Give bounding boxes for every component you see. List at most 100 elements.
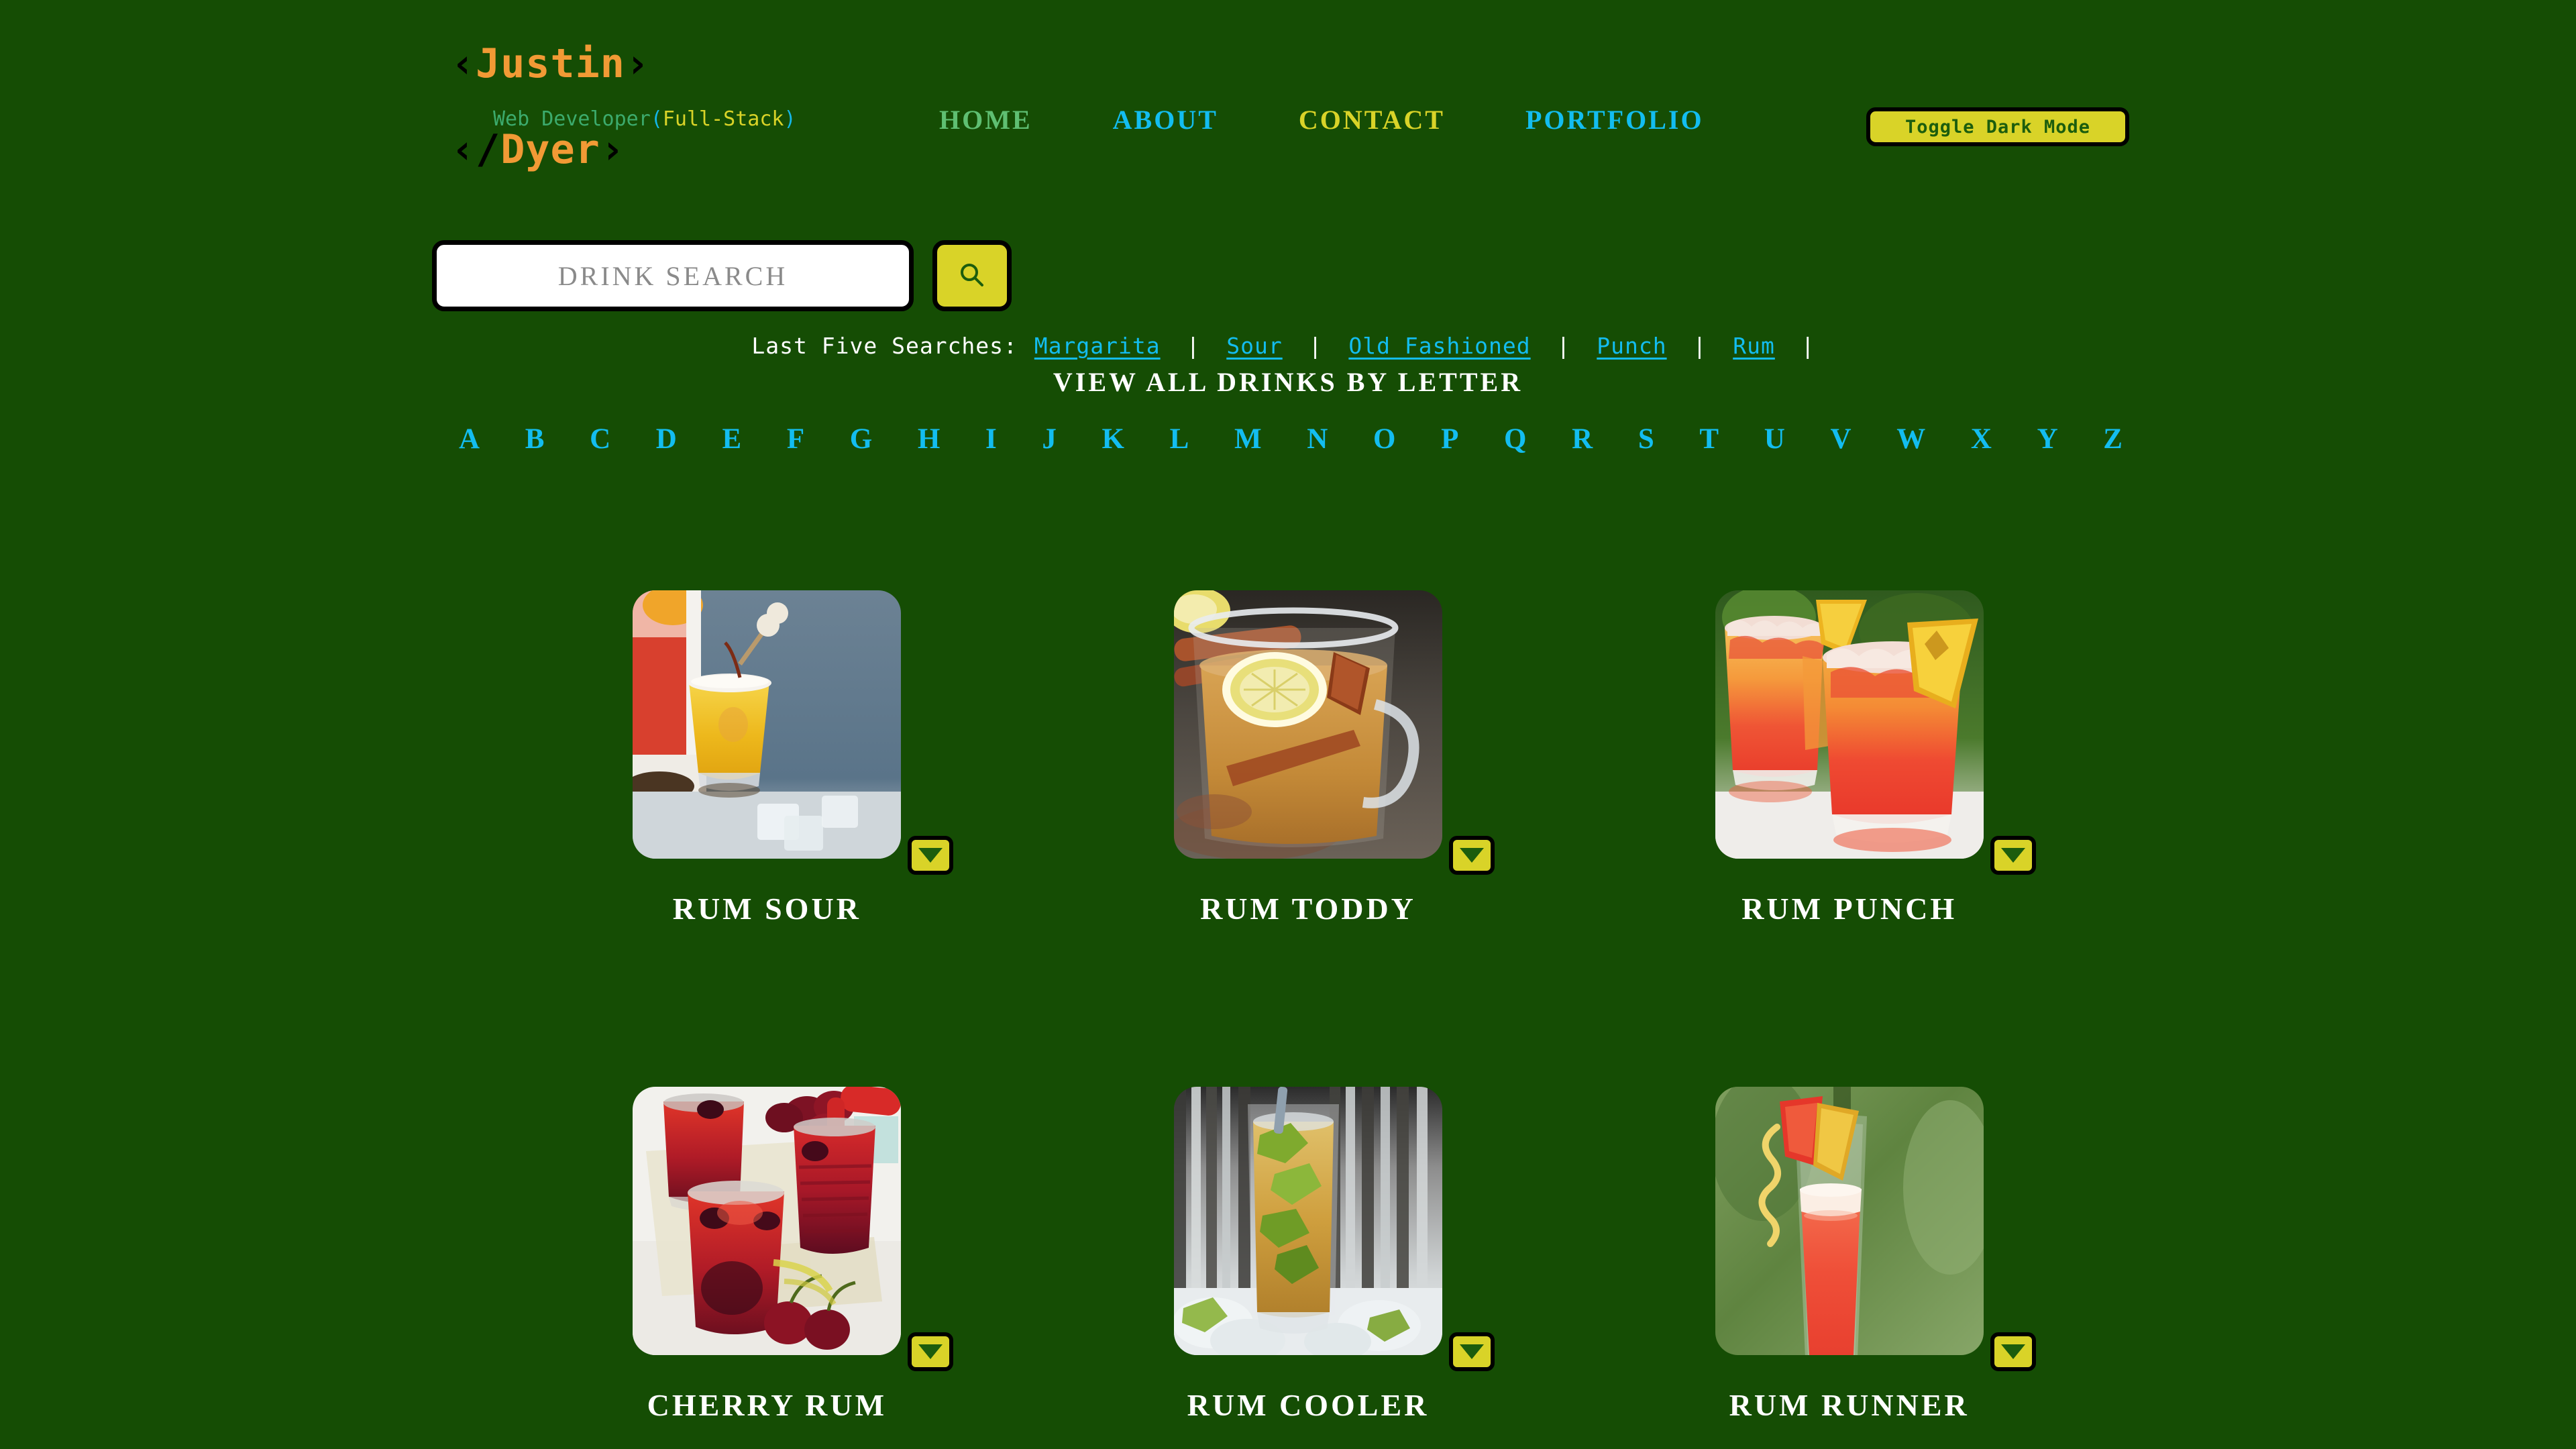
letter-link-n[interactable]: N [1307, 423, 1328, 455]
logo-last-name: Dyer [500, 126, 600, 173]
letter-link-l[interactable]: L [1170, 423, 1189, 455]
nav-link-home[interactable]: HOME [939, 104, 1032, 136]
nav-link-about[interactable]: ABOUT [1113, 104, 1218, 136]
letter-link-w[interactable]: W [1896, 423, 1925, 455]
drink-title: RUM RUNNER [1729, 1388, 1970, 1422]
separator-3: | [1556, 333, 1571, 359]
logo-bracket-close-2: › [600, 126, 625, 173]
chevron-down-icon [2000, 848, 2025, 863]
letter-link-i[interactable]: I [985, 423, 997, 455]
logo-subtitle: Web Developer(Full-Stack) [493, 107, 796, 131]
letter-link-t[interactable]: T [1699, 423, 1719, 455]
drink-thumb-wrap [633, 590, 954, 875]
cherry-rum-photo[interactable] [633, 1087, 902, 1355]
expand-drink-button[interactable] [1448, 1332, 1495, 1371]
letter-link-e[interactable]: E [722, 423, 742, 455]
drink-results-grid: RUM SOUR RUM TODDY RUM PUNCH CHERRY RUM … [496, 590, 2120, 1449]
drink-title: RUM TODDY [1200, 892, 1416, 926]
letter-link-x[interactable]: X [1971, 423, 1992, 455]
letter-link-a[interactable]: A [459, 423, 480, 455]
rum-sour-photo[interactable] [633, 590, 902, 859]
search-icon [956, 260, 988, 292]
logo-line-first: ‹Justin› [451, 42, 920, 86]
logo-bracket-close: › [625, 40, 650, 87]
main-navigation: HOME ABOUT CONTACT PORTFOLIO [939, 104, 1704, 136]
letter-link-u[interactable]: U [1764, 423, 1785, 455]
subtitle-stack: Full-Stack [662, 107, 784, 131]
site-header: ‹Justin› ‹/Dyer› Web Developer(Full-Stac… [0, 0, 2576, 201]
logo-line-last: ‹/Dyer› [451, 127, 920, 172]
drink-card[interactable]: RUM COOLER [1038, 1087, 1579, 1449]
rum-runner-photo[interactable] [1715, 1087, 1984, 1355]
letter-link-q[interactable]: Q [1504, 423, 1526, 455]
letter-link-d[interactable]: D [656, 423, 677, 455]
rum-punch-photo[interactable] [1715, 590, 1984, 859]
letter-link-g[interactable]: G [850, 423, 872, 455]
drink-thumb-wrap [1173, 1087, 1495, 1371]
drink-title: RUM PUNCH [1741, 892, 1957, 926]
letter-link-r[interactable]: R [1572, 423, 1593, 455]
subtitle-paren-open: ( [650, 107, 663, 131]
separator-5: | [1801, 333, 1815, 359]
separator-2: | [1308, 333, 1323, 359]
nav-link-contact[interactable]: CONTACT [1299, 104, 1445, 136]
letter-link-j[interactable]: J [1042, 423, 1057, 455]
last-five-searches: Last Five Searches: Margarita | Sour | O… [0, 333, 2576, 359]
logo-bracket-open-slash: ‹/ [451, 126, 501, 173]
letter-link-k[interactable]: K [1102, 423, 1124, 455]
letter-link-s[interactable]: S [1638, 423, 1654, 455]
drink-title: CHERRY RUM [647, 1388, 888, 1422]
drink-card[interactable]: CHERRY RUM [496, 1087, 1038, 1449]
letter-link-m[interactable]: M [1234, 423, 1262, 455]
site-logo[interactable]: ‹Justin› ‹/Dyer› [451, 42, 920, 172]
letter-link-c[interactable]: C [590, 423, 610, 455]
recent-search-rum[interactable]: Rum [1733, 333, 1775, 359]
expand-drink-button[interactable] [908, 1332, 954, 1371]
drink-thumb-wrap [633, 1087, 954, 1371]
rum-cooler-photo[interactable] [1173, 1087, 1442, 1355]
logo-first-name: Justin [476, 40, 625, 87]
rum-toddy-photo[interactable] [1173, 590, 1442, 859]
letter-link-v[interactable]: V [1830, 423, 1851, 455]
letter-link-y[interactable]: Y [2037, 423, 2058, 455]
recent-search-punch[interactable]: Punch [1597, 333, 1666, 359]
recent-search-margarita[interactable]: Margarita [1034, 333, 1161, 359]
search-input[interactable] [432, 240, 914, 311]
drink-title: RUM SOUR [672, 892, 861, 926]
letter-link-h[interactable]: H [918, 423, 940, 455]
drink-search-page: ‹Justin› ‹/Dyer› Web Developer(Full-Stac… [0, 0, 2576, 1449]
drink-card[interactable]: RUM PUNCH [1578, 590, 2120, 1000]
search-submit-button[interactable] [932, 240, 1012, 311]
letter-link-f[interactable]: F [787, 423, 804, 455]
separator-4: | [1693, 333, 1707, 359]
letter-index: A B C D E F G H I J K L M N O P Q R S T U V W X Y Z [459, 423, 2123, 455]
chevron-down-icon [918, 1344, 943, 1359]
letter-index-heading: VIEW ALL DRINKS BY LETTER [1053, 367, 1523, 397]
drink-card[interactable]: RUM SOUR [496, 590, 1038, 1000]
expand-drink-button[interactable] [1990, 1332, 2036, 1371]
drink-card[interactable]: RUM RUNNER [1578, 1087, 2120, 1449]
subtitle-role: Web Developer [493, 107, 651, 131]
last-searches-label: Last Five Searches: [751, 333, 1018, 359]
logo-bracket-open: ‹ [451, 40, 476, 87]
recent-search-sour[interactable]: Sour [1226, 333, 1282, 359]
separator-1: | [1186, 333, 1201, 359]
letter-link-b[interactable]: B [525, 423, 545, 455]
expand-drink-button[interactable] [1448, 836, 1495, 875]
letter-link-z[interactable]: Z [2103, 423, 2123, 455]
drink-card[interactable]: RUM TODDY [1038, 590, 1579, 1000]
letter-link-p[interactable]: P [1441, 423, 1458, 455]
chevron-down-icon [1459, 1344, 1484, 1359]
expand-drink-button[interactable] [908, 836, 954, 875]
letter-link-o[interactable]: O [1373, 423, 1395, 455]
nav-link-portfolio[interactable]: PORTFOLIO [1525, 104, 1704, 136]
drink-thumb-wrap [1715, 590, 2036, 875]
drink-search-form [432, 240, 1012, 311]
recent-search-old-fashioned[interactable]: Old Fashioned [1348, 333, 1530, 359]
toggle-dark-mode-button[interactable]: Toggle Dark Mode [1866, 107, 2129, 146]
drink-title: RUM COOLER [1187, 1388, 1430, 1422]
drink-thumb-wrap [1173, 590, 1495, 875]
drink-thumb-wrap [1715, 1087, 2036, 1371]
chevron-down-icon [2000, 1344, 2025, 1359]
expand-drink-button[interactable] [1990, 836, 2036, 875]
